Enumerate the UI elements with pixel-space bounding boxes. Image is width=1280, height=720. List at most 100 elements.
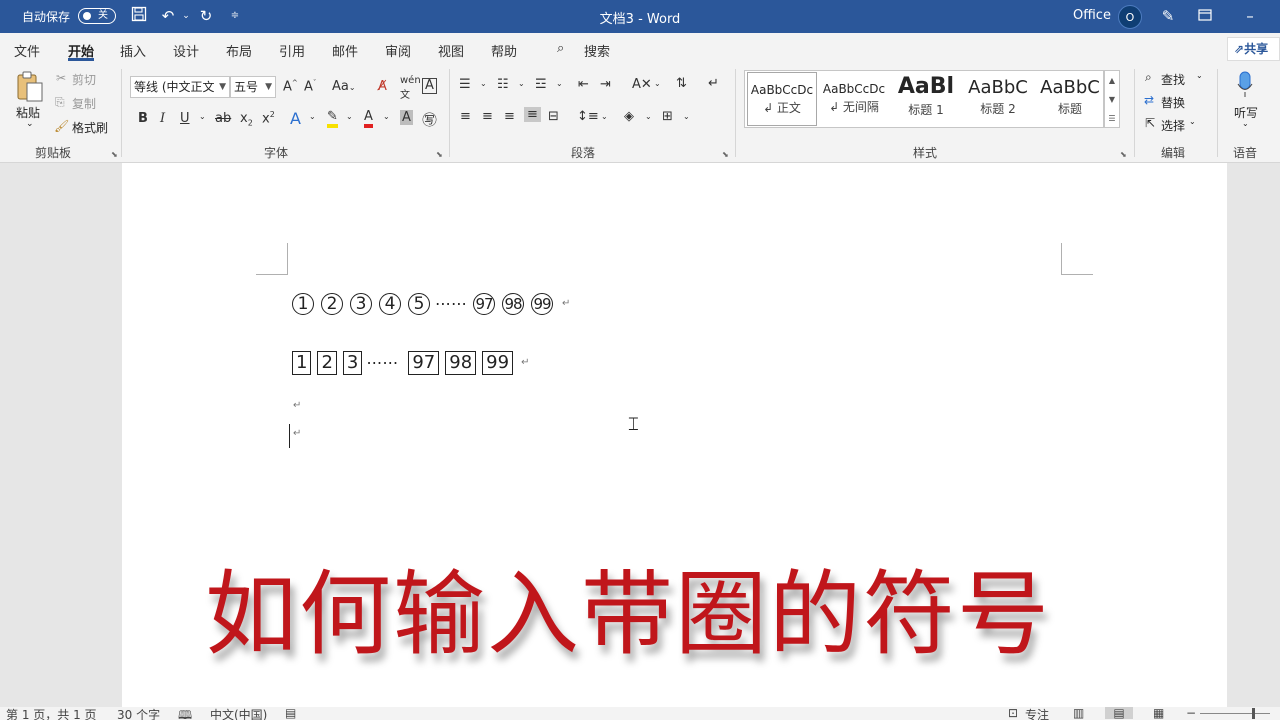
replace-label[interactable]: 替换: [1161, 94, 1185, 111]
clipboard-launcher-icon[interactable]: ⬊: [111, 150, 118, 159]
borders-icon[interactable]: ⊞: [662, 109, 673, 124]
expand-gallery-icon[interactable]: ☰: [1105, 109, 1119, 128]
styles-launcher-icon[interactable]: ⬊: [1120, 150, 1127, 159]
strikethrough-icon[interactable]: ab: [215, 111, 231, 126]
chinese-layout-dropdown-icon[interactable]: ⌄: [654, 79, 661, 88]
replace-icon[interactable]: ⇄: [1144, 93, 1154, 107]
find-icon[interactable]: ⌕: [1145, 70, 1152, 85]
page-count[interactable]: 第 1 页，共 1 页: [6, 707, 97, 720]
multilevel-dropdown-icon[interactable]: ⌄: [556, 79, 563, 88]
shading-icon[interactable]: ◈: [624, 109, 634, 124]
tab-review[interactable]: 审阅: [385, 41, 411, 60]
enclose-characters-icon[interactable]: ㊢: [422, 109, 437, 130]
show-marks-icon[interactable]: ↵: [708, 76, 719, 91]
language-label[interactable]: 中文(中国): [210, 707, 267, 720]
style-no-spacing[interactable]: AaBbCcDc ↲ 无间隔: [819, 72, 889, 126]
borders-dropdown-icon[interactable]: ⌄: [683, 112, 690, 121]
font-name-combo[interactable]: 等线 (中文正文 ▼: [130, 76, 230, 98]
paste-dropdown-icon[interactable]: ⌄: [26, 119, 34, 129]
text-effects-dropdown-icon[interactable]: ⌄: [309, 112, 316, 121]
line-spacing-icon[interactable]: ↕≡: [577, 109, 599, 124]
zoom-out-icon[interactable]: −: [1186, 707, 1196, 720]
shrink-font-icon[interactable]: Aˇ: [304, 79, 316, 94]
underline-dropdown-icon[interactable]: ⌄: [199, 112, 206, 121]
tab-mailings[interactable]: 邮件: [332, 41, 358, 60]
align-right-icon[interactable]: ≡: [504, 109, 515, 124]
clear-formatting-icon[interactable]: A̸: [378, 79, 387, 94]
style-title[interactable]: AaBbC 标题: [1035, 72, 1105, 126]
boxed-numbers-line[interactable]: 1 2 3 ⋯⋯ 97 98 99 ↵: [292, 349, 529, 375]
sort-icon[interactable]: ⇅: [676, 76, 687, 91]
numbering-dropdown-icon[interactable]: ⌄: [518, 79, 525, 88]
bold-icon[interactable]: B: [138, 111, 148, 126]
decrease-indent-icon[interactable]: ⇤: [578, 77, 589, 92]
increase-indent-icon[interactable]: ⇥: [600, 77, 611, 92]
font-color-dropdown-icon[interactable]: ⌄: [383, 112, 390, 121]
style-normal[interactable]: AaBbCcDc ↲ 正文: [747, 72, 817, 126]
format-painter-icon[interactable]: 🖌: [54, 119, 69, 133]
chinese-layout-icon[interactable]: A✕: [632, 77, 652, 92]
tab-view[interactable]: 视图: [438, 41, 464, 60]
share-button[interactable]: ⇗共享: [1227, 37, 1280, 61]
multilevel-list-icon[interactable]: ☲: [535, 77, 547, 92]
superscript-icon[interactable]: x2: [262, 110, 275, 126]
copy-label[interactable]: 复制: [72, 95, 96, 112]
select-dropdown-icon[interactable]: ⌄: [1189, 117, 1196, 126]
circled-numbers-line[interactable]: 1 2 3 4 5 ⋯⋯ 97 98 99 ↵: [292, 290, 570, 315]
underline-icon[interactable]: U: [180, 111, 190, 126]
dictate-dropdown-icon[interactable]: ⌄: [1242, 119, 1249, 128]
phonetic-guide-icon[interactable]: wén 文: [400, 75, 421, 101]
line-spacing-dropdown-icon[interactable]: ⌄: [601, 112, 608, 121]
grow-font-icon[interactable]: A^: [283, 79, 298, 94]
search-label[interactable]: 搜索: [584, 41, 610, 60]
align-center-icon[interactable]: ≡: [482, 109, 493, 124]
style-heading-1[interactable]: AaBl 标题 1: [891, 72, 961, 126]
shading-dropdown-icon[interactable]: ⌄: [645, 112, 652, 121]
zoom-slider-thumb[interactable]: [1252, 708, 1255, 719]
copy-icon[interactable]: ⎘: [55, 95, 65, 110]
proofing-icon[interactable]: 🕮: [178, 707, 192, 720]
bullets-dropdown-icon[interactable]: ⌄: [480, 79, 487, 88]
style-heading-2[interactable]: AaBbC 标题 2: [963, 72, 1033, 126]
text-effects-icon[interactable]: A: [290, 109, 301, 128]
minimize-icon[interactable]: –: [1240, 6, 1260, 26]
tab-layout[interactable]: 布局: [226, 41, 252, 60]
cut-icon[interactable]: ✂: [56, 71, 66, 85]
avatar[interactable]: O: [1118, 5, 1142, 29]
font-color-icon[interactable]: A: [364, 109, 373, 128]
scroll-up-icon[interactable]: ▲: [1105, 71, 1119, 90]
print-layout-icon[interactable]: ▤: [1105, 707, 1133, 720]
cut-label[interactable]: 剪切: [72, 71, 96, 88]
tab-help[interactable]: 帮助: [491, 41, 517, 60]
character-shading-icon[interactable]: A: [400, 110, 413, 125]
tab-design[interactable]: 设计: [173, 41, 199, 60]
highlight-dropdown-icon[interactable]: ⌄: [346, 112, 353, 121]
subscript-icon[interactable]: x2: [240, 111, 253, 128]
font-size-combo[interactable]: 五号 ▼: [230, 76, 276, 98]
italic-icon[interactable]: I: [160, 111, 165, 126]
search-icon[interactable]: ⌕: [557, 41, 564, 56]
distributed-icon[interactable]: ⊟: [548, 109, 559, 124]
numbering-icon[interactable]: ☷: [497, 77, 509, 92]
styles-scroll[interactable]: ▲ ▼ ☰: [1104, 70, 1120, 128]
justify-icon[interactable]: ≡: [524, 107, 541, 122]
highlight-icon[interactable]: ✎: [327, 109, 338, 128]
select-label[interactable]: 选择: [1161, 117, 1185, 134]
select-icon[interactable]: ⇱: [1145, 116, 1155, 130]
tab-references[interactable]: 引用: [279, 41, 305, 60]
find-label[interactable]: 查找: [1161, 71, 1185, 88]
macro-icon[interactable]: ▤: [285, 707, 296, 720]
zoom-slider[interactable]: [1200, 713, 1270, 714]
font-launcher-icon[interactable]: ⬊: [436, 150, 443, 159]
paragraph-launcher-icon[interactable]: ⬊: [722, 150, 729, 159]
character-border-icon[interactable]: A: [422, 78, 437, 94]
web-layout-icon[interactable]: ▦: [1153, 707, 1164, 720]
account-name[interactable]: Office: [1073, 8, 1111, 23]
read-mode-icon[interactable]: ▥: [1073, 707, 1084, 720]
focus-icon[interactable]: ⊡: [1008, 707, 1018, 720]
microphone-icon[interactable]: [1236, 71, 1254, 102]
bullets-icon[interactable]: ☰: [459, 77, 471, 92]
paste-icon[interactable]: [15, 71, 45, 102]
ribbon-display-icon[interactable]: [1195, 6, 1215, 26]
pen-icon[interactable]: ✎: [1158, 6, 1178, 26]
